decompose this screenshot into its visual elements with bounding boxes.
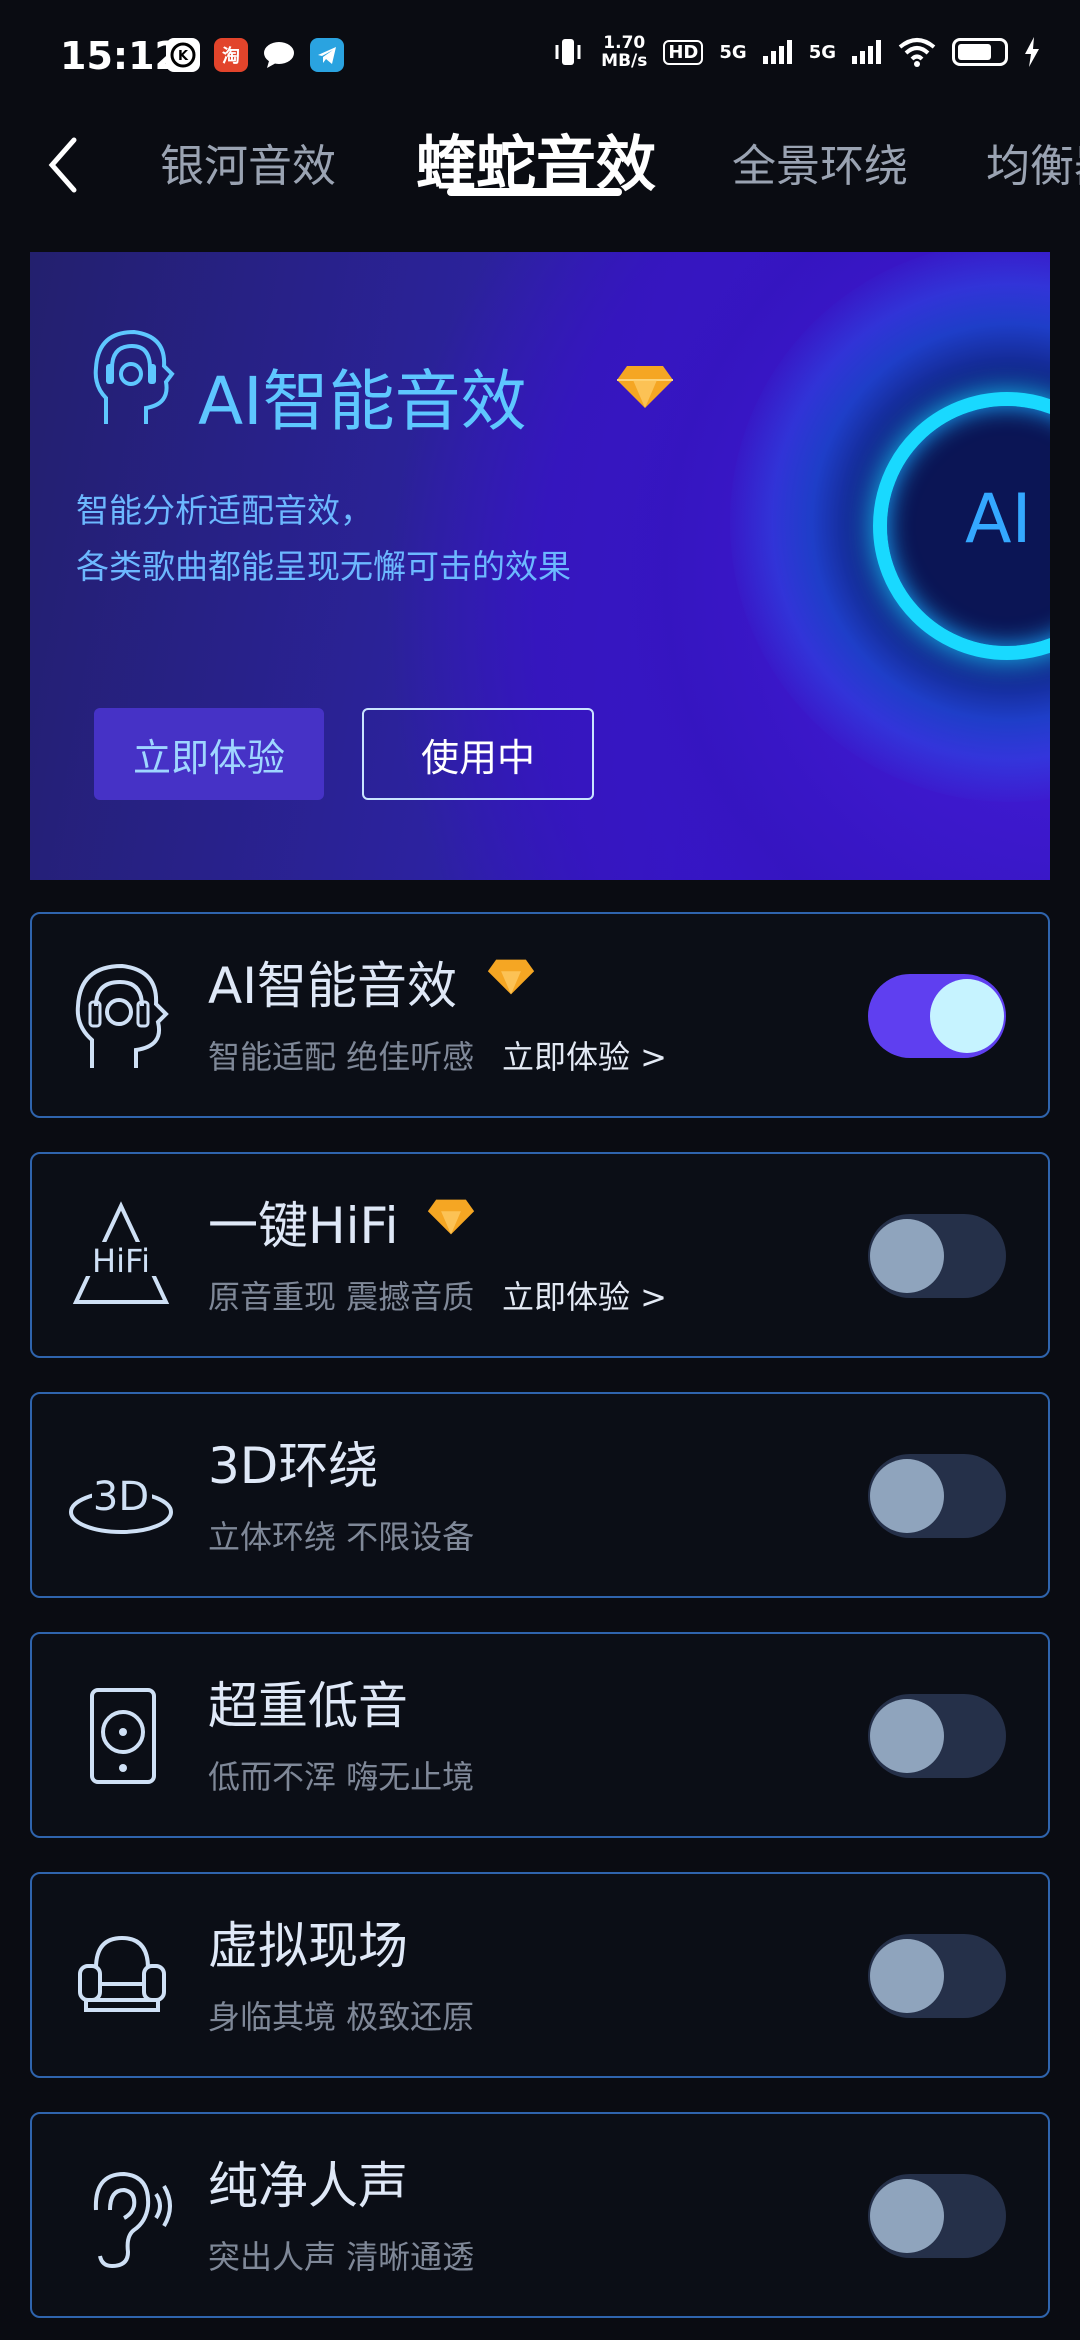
effect-card-3d-surround[interactable]: 3D 3D环绕 立体环绕 不限设备 <box>30 1392 1050 1598</box>
effect-card-virtual-live[interactable]: 虚拟现场 身临其境 极致还原 <box>30 1872 1050 2078</box>
back-button[interactable] <box>40 130 90 200</box>
try-now-button[interactable]: 立即体验 <box>94 708 324 800</box>
effect-tabs: 银河音效 蝰蛇音效 全景环绕 均衡器 <box>0 110 1080 220</box>
status-app-icons: K 淘 <box>166 38 344 72</box>
effect-title: 虚拟现场 <box>208 1917 408 1975</box>
3d-icon-text: 3D <box>93 1474 149 1520</box>
status-indicators: 1.70 MB/s HD 5G 5G <box>551 34 1040 70</box>
tab-equalizer[interactable]: 均衡器 <box>986 130 1080 194</box>
battery-icon <box>952 38 1008 66</box>
premium-diamond-icon <box>427 1199 475 1235</box>
net-speed: 1.70 MB/s <box>601 34 647 70</box>
signal-icon <box>852 40 881 64</box>
hifi-icon: HiFi <box>72 1201 170 1304</box>
effect-title: 一键HiFi <box>208 1197 399 1255</box>
try-now-link[interactable]: 立即体验 > <box>502 1272 667 1318</box>
effect-card-ai-sound[interactable]: AI智能音效 智能适配 绝佳听感 立即体验 > <box>30 912 1050 1118</box>
effect-subtitle: 立体环绕 不限设备 <box>208 1518 475 1556</box>
effect-card-pure-vocal[interactable]: 纯净人声 突出人声 清晰通透 <box>30 2112 1050 2318</box>
net-speed-unit: MB/s <box>601 51 648 71</box>
tab-galaxy-sound[interactable]: 银河音效 <box>160 130 336 194</box>
3d-surround-icon: 3D <box>69 1472 173 1534</box>
ai-head-icon <box>75 963 169 1068</box>
tab-panoramic-surround[interactable]: 全景环绕 <box>732 130 908 194</box>
banner-subtitle-line1: 智能分析适配音效， <box>76 491 373 530</box>
ai-orb-label: AI <box>965 480 1032 559</box>
taobao-icon: 淘 <box>214 38 248 72</box>
pure-vocal-toggle[interactable] <box>868 2174 1006 2258</box>
ai-head-icon <box>93 329 175 424</box>
charging-icon <box>1025 37 1039 67</box>
app-k-icon: K <box>166 38 200 72</box>
effect-subtitle: 身临其境 极致还原 <box>208 1998 475 2036</box>
effect-title: 纯净人声 <box>208 2157 408 2215</box>
ai-sound-toggle[interactable] <box>868 974 1006 1058</box>
message-bubble-icon <box>262 38 296 72</box>
status-time: 15:12 <box>60 34 181 78</box>
sim2-label: 5G <box>808 41 836 63</box>
status-bar: 15:12 K 淘 1.70 MB/s HD 5G 5G <box>0 0 1080 120</box>
premium-diamond-icon <box>617 366 673 408</box>
effect-card-hifi[interactable]: HiFi 一键HiFi 原音重现 震撼音质 立即体验 > <box>30 1152 1050 1358</box>
active-tab-indicator <box>447 188 622 196</box>
super-bass-toggle[interactable] <box>868 1694 1006 1778</box>
speaker-icon <box>90 1688 156 1784</box>
ai-sound-banner[interactable]: AI AI智能音效 智能分析适配音效， 各类歌曲都能呈现无懈可击的效果 立即体验… <box>30 252 1050 880</box>
effect-title: 超重低音 <box>208 1677 408 1735</box>
banner-subtitle-line2: 各类歌曲都能呈现无懈可击的效果 <box>76 547 571 586</box>
banner-title: AI智能音效 <box>198 363 527 440</box>
premium-diamond-icon <box>487 959 535 995</box>
signal-icon <box>762 40 792 64</box>
vibrate-icon <box>555 39 581 65</box>
armchair-icon <box>78 1935 166 2012</box>
net-speed-value: 1.70 <box>603 33 646 53</box>
effect-subtitle: 突出人声 清晰通透 <box>208 2238 475 2276</box>
telegram-icon <box>310 38 344 72</box>
effect-subtitle: 低而不浑 嗨无止境 <box>208 1758 475 1796</box>
sim1-label: 5G <box>719 41 747 63</box>
svg-text:K: K <box>178 49 189 64</box>
3d-surround-toggle[interactable] <box>868 1454 1006 1538</box>
virtual-live-toggle[interactable] <box>868 1934 1006 2018</box>
in-use-button[interactable]: 使用中 <box>362 708 594 800</box>
effect-subtitle: 智能适配 绝佳听感 <box>208 1038 475 1076</box>
effect-title: AI智能音效 <box>208 957 457 1015</box>
ear-icon <box>93 2171 172 2269</box>
hd-label: HD <box>663 39 704 65</box>
effect-card-super-bass[interactable]: 超重低音 低而不浑 嗨无止境 <box>30 1632 1050 1838</box>
effect-title: 3D环绕 <box>208 1437 379 1495</box>
try-now-link[interactable]: 立即体验 > <box>502 1032 667 1078</box>
hifi-toggle[interactable] <box>868 1214 1006 1298</box>
wifi-icon <box>898 38 936 67</box>
effect-subtitle: 原音重现 震撼音质 <box>208 1278 475 1316</box>
hifi-icon-text: HiFi <box>92 1242 150 1280</box>
